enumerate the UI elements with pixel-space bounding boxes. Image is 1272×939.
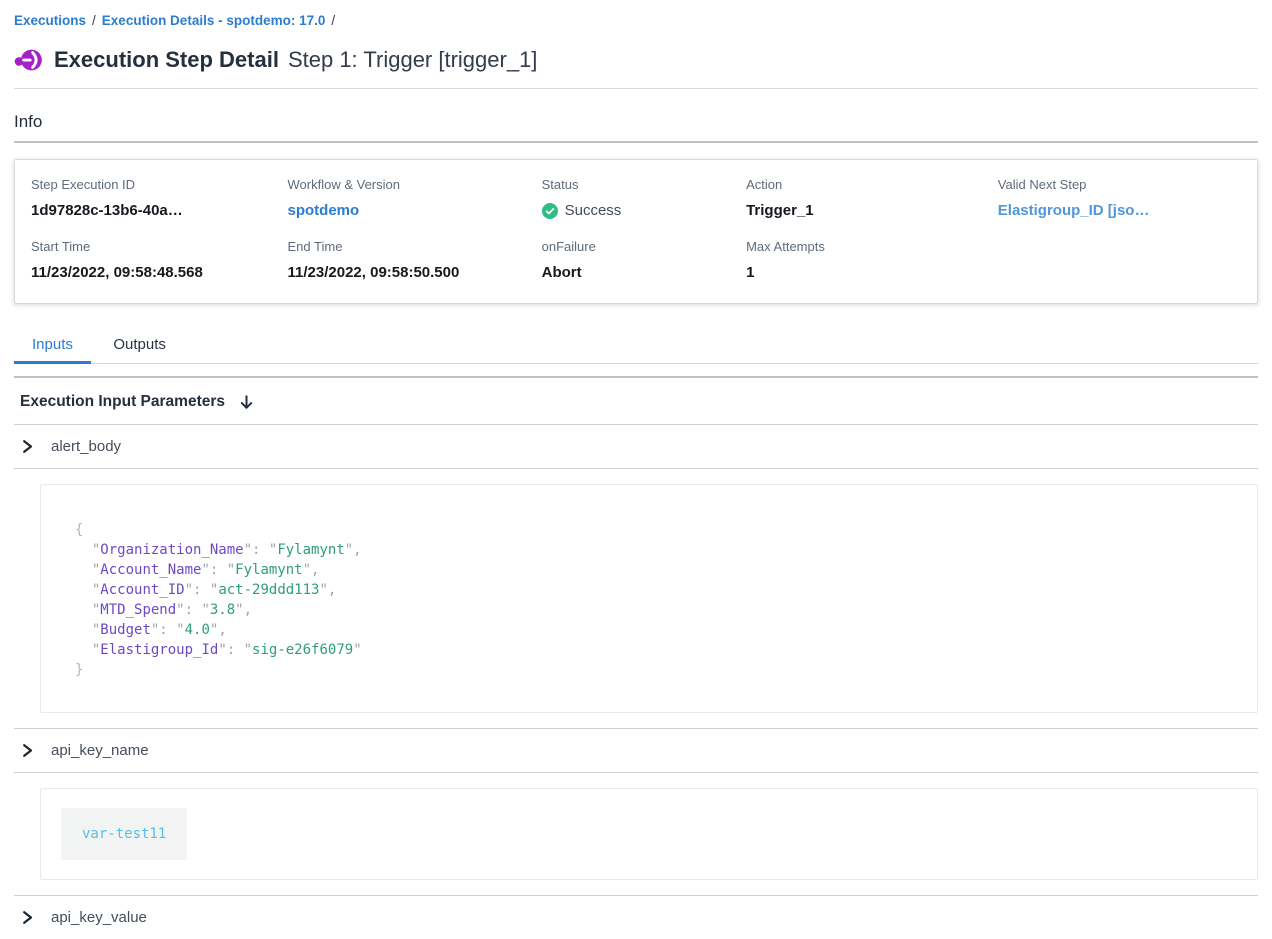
section-label: api_key_value: [51, 909, 147, 926]
chevron-right-icon[interactable]: [21, 743, 34, 758]
tab-bar: Inputs Outputs: [14, 327, 1258, 364]
api-key-name-value-box: var-test11: [40, 788, 1258, 880]
field-valid-next-step: Valid Next Step Elastigroup_ID [jso…: [998, 177, 1241, 220]
success-check-icon: [542, 203, 558, 219]
field-label: Valid Next Step: [998, 177, 1241, 193]
status-badge: Success: [542, 202, 746, 220]
breadcrumb: Executions / Execution Details - spotdemo:…: [14, 0, 1258, 29]
section-api-key-value[interactable]: api_key_value: [14, 896, 1258, 939]
field-action: Action Trigger_1: [746, 177, 998, 220]
field-value: Abort: [542, 264, 746, 282]
section-label: api_key_name: [51, 742, 149, 759]
field-label: onFailure: [542, 239, 746, 255]
field-value: 1d97828c-13b6-40a…: [31, 202, 288, 220]
field-step-execution-id: Step Execution ID 1d97828c-13b6-40a…: [31, 177, 288, 220]
field-label: Status: [542, 177, 746, 193]
page-header: Execution Step Detail Step 1: Trigger [t…: [14, 46, 1258, 74]
tab-outputs[interactable]: Outputs: [95, 327, 184, 364]
breadcrumb-link-executions[interactable]: Executions: [14, 13, 86, 28]
info-divider: [14, 141, 1258, 143]
field-value: 11/23/2022, 09:58:50.500: [288, 264, 542, 282]
fylamynt-logo-icon: [14, 46, 42, 74]
section-label: alert_body: [51, 438, 121, 455]
info-heading: Info: [14, 112, 1258, 132]
field-value: Trigger_1: [746, 202, 998, 220]
info-grid: Step Execution ID 1d97828c-13b6-40a… Wor…: [31, 177, 1241, 282]
tab-inputs[interactable]: Inputs: [14, 327, 91, 364]
valid-next-step-link[interactable]: Elastigroup_ID [jso…: [998, 202, 1241, 220]
chevron-right-icon[interactable]: [21, 439, 34, 454]
page-title: Execution Step Detail: [54, 46, 279, 74]
section-api-key-name[interactable]: api_key_name: [14, 729, 1258, 772]
execution-input-parameters-header: Execution Input Parameters: [14, 378, 1258, 424]
breadcrumb-separator: /: [92, 13, 96, 28]
api-key-name-value: var-test11: [61, 808, 187, 860]
section-divider: [14, 772, 1258, 773]
field-label: Max Attempts: [746, 239, 998, 255]
breadcrumb-separator: /: [331, 13, 335, 28]
field-status: Status Success: [542, 177, 746, 220]
breadcrumb-link-execution-details[interactable]: Execution Details - spotdemo: 17.0: [102, 13, 326, 28]
section-divider: [14, 468, 1258, 469]
field-end-time: End Time 11/23/2022, 09:58:50.500: [288, 239, 542, 282]
field-value: 11/23/2022, 09:58:48.568: [31, 264, 288, 282]
field-onfailure: onFailure Abort: [542, 239, 746, 282]
info-card: Step Execution ID 1d97828c-13b6-40a… Wor…: [14, 159, 1258, 304]
field-workflow-version: Workflow & Version spotdemo: [288, 177, 542, 220]
execution-step-detail-page: Executions / Execution Details - spotdemo:…: [0, 0, 1272, 939]
title-divider: [14, 88, 1258, 89]
field-label: End Time: [288, 239, 542, 255]
field-label: Workflow & Version: [288, 177, 542, 193]
field-label: Start Time: [31, 239, 288, 255]
execution-input-parameters-title: Execution Input Parameters: [20, 393, 225, 411]
field-max-attempts: Max Attempts 1: [746, 239, 998, 282]
workflow-link[interactable]: spotdemo: [288, 202, 542, 220]
status-text: Success: [565, 202, 622, 220]
chevron-right-icon[interactable]: [21, 910, 34, 925]
field-value: 1: [746, 264, 998, 282]
field-label: Action: [746, 177, 998, 193]
field-start-time: Start Time 11/23/2022, 09:58:48.568: [31, 239, 288, 282]
arrow-down-icon[interactable]: [238, 394, 255, 411]
alert-body-code: { "Organization_Name": "Fylamynt", "Acco…: [40, 484, 1258, 713]
page-subtitle: Step 1: Trigger [trigger_1]: [288, 47, 537, 73]
field-label: Step Execution ID: [31, 177, 288, 193]
section-alert-body[interactable]: alert_body: [14, 425, 1258, 468]
